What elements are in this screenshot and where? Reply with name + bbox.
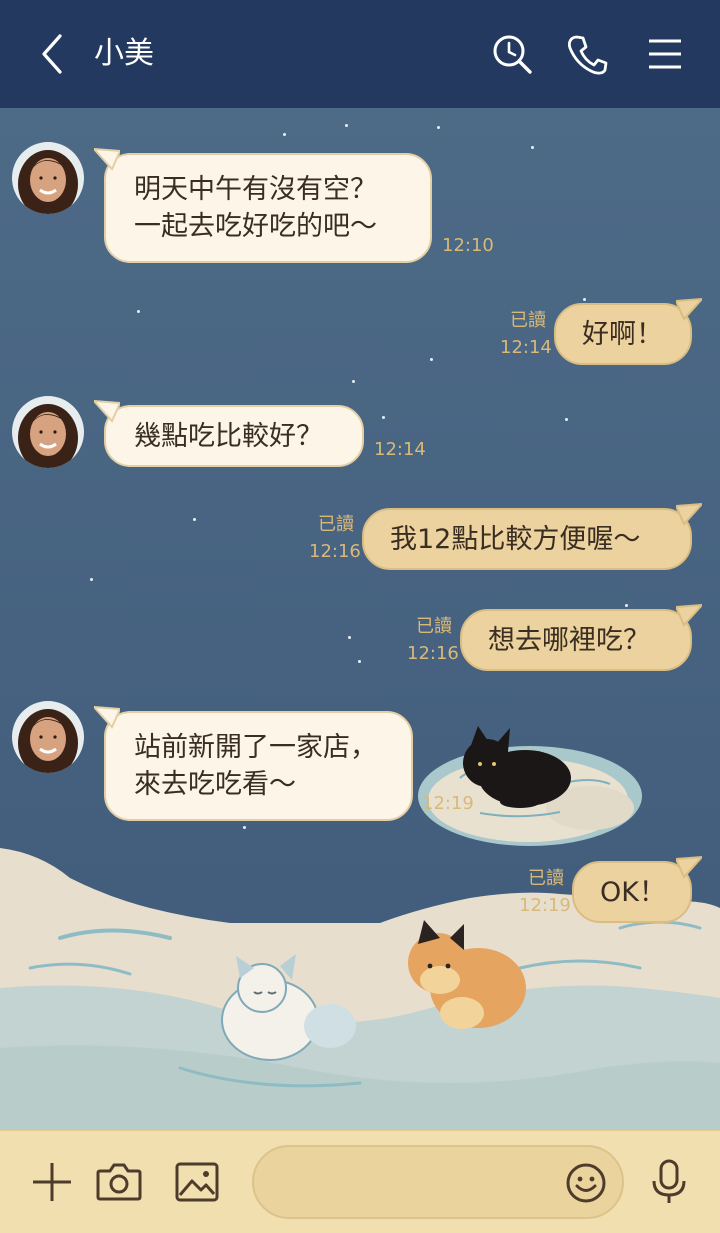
chevron-left-icon[interactable]: [32, 30, 76, 78]
contact-avatar[interactable]: [12, 142, 84, 214]
message-time: 12:14: [374, 439, 426, 460]
message-text: OK！: [600, 877, 666, 908]
message-time: 12:10: [442, 235, 494, 256]
read-receipt: 已讀: [416, 616, 452, 637]
contact-avatar[interactable]: [12, 396, 84, 468]
message-bubble-incoming[interactable]: 幾點吃比較好？: [94, 399, 364, 467]
menu-icon[interactable]: [641, 30, 689, 78]
message-bubble-incoming[interactable]: 站前新開了一家店， 來去吃吃看～: [94, 705, 413, 821]
message-bubble-incoming[interactable]: 明天中午有沒有空？ 一起去吃好吃的吧～: [94, 147, 432, 263]
bubble-tail: [676, 297, 702, 321]
contact-name[interactable]: 小美: [94, 34, 154, 74]
message-time: 12:14: [500, 337, 552, 358]
message-time: 12:16: [407, 643, 459, 664]
read-receipt: 已讀: [528, 868, 564, 889]
read-receipt: 已讀: [318, 514, 354, 535]
message-bubble-outgoing[interactable]: 我12點比較方便喔～: [362, 502, 702, 570]
message-input-field[interactable]: [252, 1145, 624, 1219]
plus-icon[interactable]: [27, 1157, 77, 1207]
message-text: 站前新開了一家店， 來去吃吃看～: [134, 732, 377, 800]
chat-header: 小美: [0, 0, 720, 108]
microphone-icon[interactable]: [644, 1157, 694, 1207]
message-bubble-outgoing[interactable]: 好啊！: [554, 297, 702, 365]
message-time: 12:16: [309, 541, 361, 562]
bubble-tail: [94, 147, 120, 171]
message-time: 12:19: [422, 793, 474, 814]
message-bubble-outgoing[interactable]: 想去哪裡吃？: [460, 603, 702, 671]
emoji-smile-icon[interactable]: [564, 1161, 608, 1205]
message-text: 我12點比較方便喔～: [390, 524, 641, 555]
input-bar: [0, 1130, 720, 1233]
contact-avatar[interactable]: [12, 701, 84, 773]
image-icon[interactable]: [172, 1157, 222, 1207]
bubble-tail: [94, 399, 120, 423]
search-clock-icon[interactable]: [488, 30, 536, 78]
bubble-tail: [676, 603, 702, 627]
message-text: 想去哪裡吃？: [488, 625, 650, 656]
message-text: 幾點吃比較好？: [134, 421, 323, 452]
bubble-tail: [94, 705, 120, 729]
message-bubble-outgoing[interactable]: OK！: [572, 855, 702, 923]
bubble-tail: [676, 855, 702, 879]
read-receipt: 已讀: [510, 310, 546, 331]
chat-area[interactable]: 明天中午有沒有空？ 一起去吃好吃的吧～ 12:10 已讀 12:14 好啊！ 幾…: [0, 108, 720, 1130]
message-text: 好啊！: [582, 319, 663, 350]
message-input[interactable]: [276, 1163, 560, 1203]
message-text: 明天中午有沒有空？ 一起去吃好吃的吧～: [134, 174, 377, 242]
phone-icon[interactable]: [563, 30, 611, 78]
message-time: 12:19: [519, 895, 571, 916]
bubble-tail: [676, 502, 702, 526]
camera-icon[interactable]: [94, 1157, 144, 1207]
